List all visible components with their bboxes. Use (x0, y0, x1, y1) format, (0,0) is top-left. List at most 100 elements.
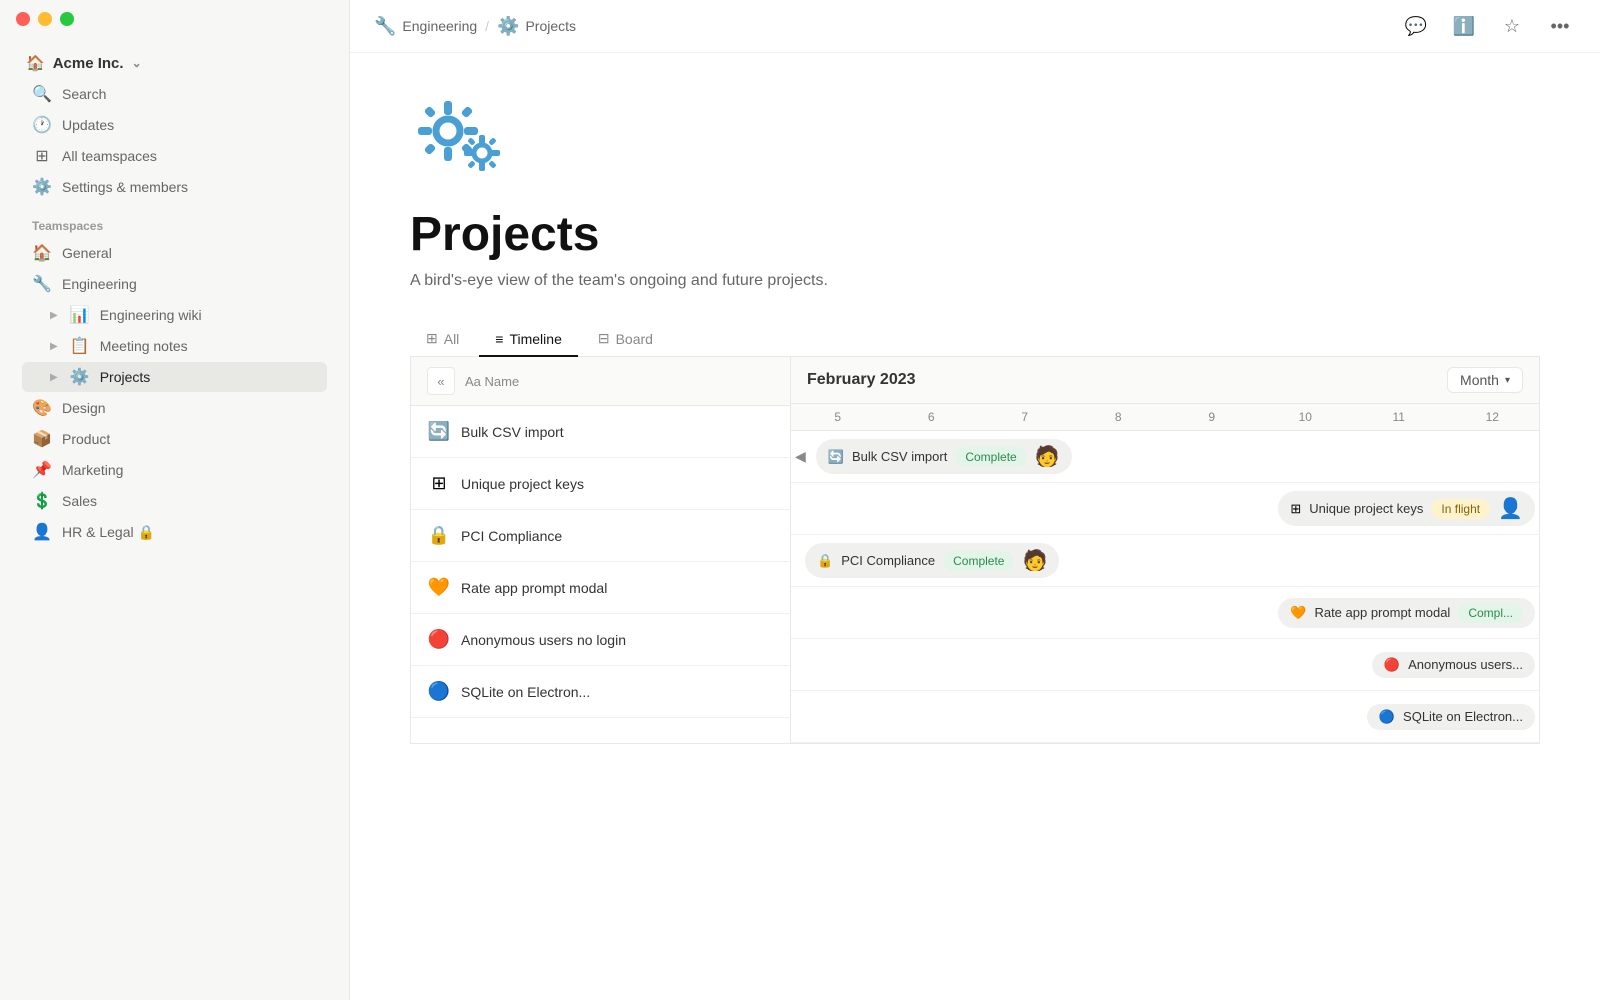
pci-bar-icon: 🔒 (817, 553, 833, 569)
expand-arrow-icon: ▶ (50, 372, 58, 383)
pci-avatar: 🧑 (1022, 548, 1047, 573)
unique-keys-icon: ⊞ (427, 473, 451, 494)
sidebar-item-marketing[interactable]: 📌 Marketing (22, 455, 327, 485)
sidebar: 🏠 Acme Inc. ⌄ 🔍 Search 🕐 Updates ⊞ All t… (0, 0, 350, 1000)
pci-bar[interactable]: 🔒 PCI Compliance Complete 🧑 (805, 543, 1059, 578)
sidebar-item-sales[interactable]: 💲 Sales (22, 486, 327, 516)
workspace-label: Acme Inc. (53, 55, 124, 72)
list-item[interactable]: 🧡 Rate app prompt modal (411, 562, 790, 614)
timeline-row-rate-app: 🧡 Rate app prompt modal Compl... (791, 587, 1539, 639)
back-arrow-icon: ◀ (795, 448, 806, 465)
timeline-row-unique-keys: ⊞ Unique project keys In flight 👤 (791, 483, 1539, 535)
projects-breadcrumb-icon: ⚙️ (497, 16, 519, 37)
design-icon: 🎨 (32, 398, 52, 418)
board-tab-icon: ⊟ (598, 330, 610, 347)
workspace-name[interactable]: 🏠 Acme Inc. ⌄ (16, 48, 333, 78)
tab-all-label: All (444, 331, 460, 347)
minimize-button[interactable] (38, 12, 52, 26)
tab-timeline[interactable]: ≡ Timeline (479, 322, 578, 357)
sidebar-item-hr-legal[interactable]: 👤 HR & Legal 🔒 (22, 517, 327, 547)
sidebar-all-teamspaces-label: All teamspaces (62, 148, 317, 164)
timeline-right-header: February 2023 Month ▾ (791, 357, 1539, 404)
sidebar-top: 🏠 Acme Inc. ⌄ 🔍 Search 🕐 Updates ⊞ All t… (0, 40, 349, 564)
tab-board[interactable]: ⊟ Board (582, 322, 669, 357)
maximize-button[interactable] (60, 12, 74, 26)
timeline-tab-icon: ≡ (495, 331, 503, 347)
date-5: 5 (791, 404, 885, 430)
sidebar-item-engineering[interactable]: 🔧 Engineering (22, 269, 327, 299)
window-controls (0, 0, 90, 38)
page-content: Projects A bird's-eye view of the team's… (350, 53, 1600, 1000)
project-list: 🔄 Bulk CSV import ⊞ Unique project keys … (411, 406, 790, 718)
list-item[interactable]: 🔒 PCI Compliance (411, 510, 790, 562)
tab-timeline-label: Timeline (509, 331, 561, 347)
projects-icon: ⚙️ (70, 367, 90, 387)
sidebar-search-label: Search (62, 86, 317, 102)
list-item[interactable]: 🔄 Bulk CSV import (411, 406, 790, 458)
sidebar-item-meeting-notes[interactable]: ▶ 📋 Meeting notes (22, 331, 327, 361)
anon-bar[interactable]: 🔴 Anonymous users... (1372, 652, 1535, 678)
workspace-icon: 🏠 (26, 54, 45, 72)
unique-keys-bar-label: Unique project keys (1309, 501, 1423, 516)
updates-icon: 🕐 (32, 115, 52, 135)
list-item[interactable]: ⊞ Unique project keys (411, 458, 790, 510)
settings-icon: ⚙️ (32, 177, 52, 197)
collapse-button[interactable]: « (427, 367, 455, 395)
month-selector[interactable]: Month ▾ (1447, 367, 1523, 393)
sidebar-item-engineering-wiki[interactable]: ▶ 📊 Engineering wiki (22, 300, 327, 330)
sqlite-name: SQLite on Electron... (461, 684, 590, 700)
bulk-csv-name: Bulk CSV import (461, 424, 564, 440)
list-item[interactable]: 🔴 Anonymous users no login (411, 614, 790, 666)
sidebar-item-projects[interactable]: ▶ ⚙️ Projects (22, 362, 327, 392)
sidebar-wiki-label: Engineering wiki (100, 307, 317, 323)
sidebar-item-search[interactable]: 🔍 Search (22, 79, 327, 109)
anon-bar-icon: 🔴 (1384, 657, 1400, 673)
sidebar-item-general[interactable]: 🏠 General (22, 238, 327, 268)
breadcrumb-projects[interactable]: ⚙️ Projects (497, 16, 576, 37)
expand-arrow-icon: ▶ (50, 310, 58, 321)
star-button[interactable]: ☆ (1496, 10, 1528, 42)
chevron-down-icon: ⌄ (132, 56, 142, 70)
breadcrumb-engineering-label: Engineering (402, 18, 477, 34)
sidebar-general-label: General (62, 245, 317, 261)
pci-icon: 🔒 (427, 525, 451, 546)
bulk-csv-bar[interactable]: 🔄 Bulk CSV import Complete 🧑 (816, 439, 1072, 474)
rate-app-bar[interactable]: 🧡 Rate app prompt modal Compl... (1278, 598, 1535, 628)
timeline-left-header: « Aa Name (411, 357, 790, 406)
sidebar-projects-label: Projects (100, 369, 317, 385)
list-item[interactable]: 🔵 SQLite on Electron... (411, 666, 790, 718)
page-emoji-icon (410, 93, 1540, 195)
sidebar-design-label: Design (62, 400, 317, 416)
tab-board-label: Board (616, 331, 653, 347)
sidebar-item-product[interactable]: 📦 Product (22, 424, 327, 454)
sales-icon: 💲 (32, 491, 52, 511)
sidebar-item-all-teamspaces[interactable]: ⊞ All teamspaces (22, 141, 327, 171)
unique-keys-bar[interactable]: ⊞ Unique project keys In flight 👤 (1278, 491, 1535, 526)
more-button[interactable]: ••• (1544, 10, 1576, 42)
chevron-down-icon: ▾ (1505, 375, 1510, 386)
timeline-row-pci: 🔒 PCI Compliance Complete 🧑 (791, 535, 1539, 587)
tab-all[interactable]: ⊞ All (410, 322, 475, 357)
search-icon: 🔍 (32, 84, 52, 104)
sidebar-updates-label: Updates (62, 117, 317, 133)
sqlite-bar[interactable]: 🔵 SQLite on Electron... (1367, 704, 1535, 730)
pci-badge: Complete (943, 551, 1014, 571)
timeline-row-anon: 🔴 Anonymous users... (791, 639, 1539, 691)
sidebar-item-updates[interactable]: 🕐 Updates (22, 110, 327, 140)
bulk-csv-bar-label: Bulk CSV import (852, 449, 947, 464)
engineering-icon: 🔧 (32, 274, 52, 294)
bulk-csv-avatar: 🧑 (1035, 444, 1060, 469)
breadcrumb-engineering[interactable]: 🔧 Engineering (374, 16, 477, 37)
anon-name: Anonymous users no login (461, 632, 626, 648)
comment-button[interactable]: 💬 (1400, 10, 1432, 42)
sidebar-item-settings[interactable]: ⚙️ Settings & members (22, 172, 327, 202)
sidebar-item-design[interactable]: 🎨 Design (22, 393, 327, 423)
sidebar-notes-label: Meeting notes (100, 338, 317, 354)
date-9: 9 (1165, 404, 1259, 430)
info-button[interactable]: ℹ️ (1448, 10, 1480, 42)
close-button[interactable] (16, 12, 30, 26)
page-description: A bird's-eye view of the team's ongoing … (410, 272, 1540, 290)
hr-icon: 👤 (32, 522, 52, 542)
breadcrumb: 🔧 Engineering / ⚙️ Projects (374, 16, 576, 37)
marketing-icon: 📌 (32, 460, 52, 480)
